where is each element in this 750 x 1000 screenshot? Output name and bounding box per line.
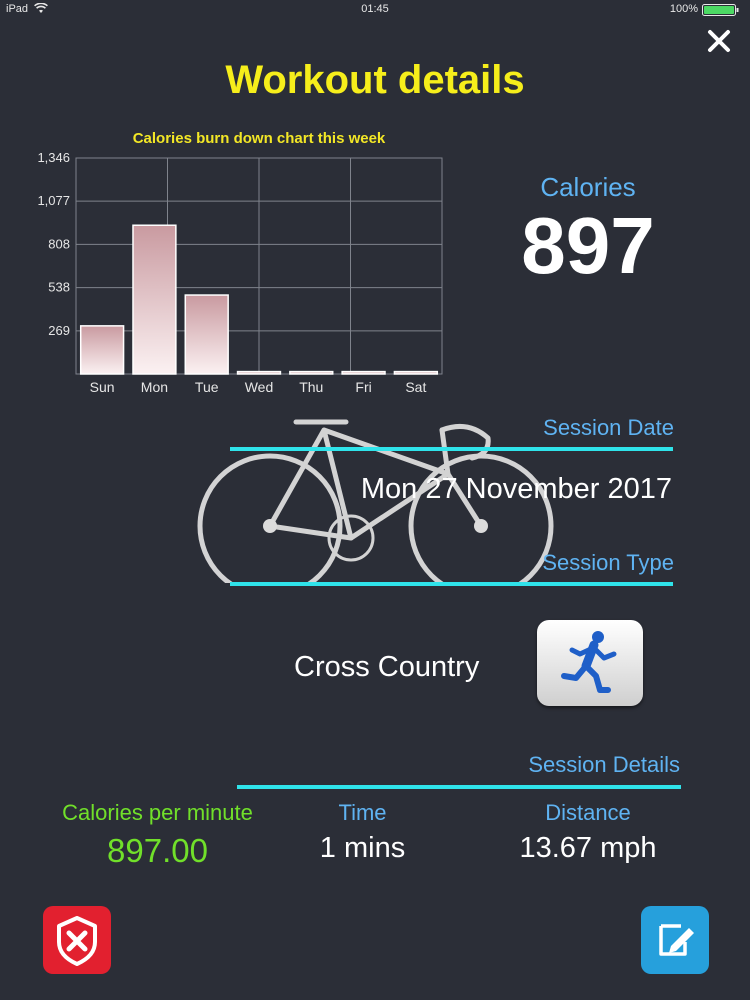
edit-workout-button[interactable]	[641, 906, 709, 974]
session-type-divider	[230, 582, 673, 586]
session-details-divider	[237, 785, 681, 789]
time-value: 1 mins	[319, 832, 406, 864]
session-date-value: Mon 27 November 2017	[360, 473, 672, 505]
chart-xtick-label: Wed	[245, 379, 274, 395]
session-date-divider	[230, 447, 673, 451]
chart-ytick-label: 1,077	[37, 193, 70, 208]
chart-ytick-label: 808	[48, 236, 70, 251]
runner-icon	[561, 631, 617, 693]
chart-xtick-label: Fri	[355, 379, 371, 395]
calories-value: 897	[521, 201, 655, 290]
page-title: Workout details	[225, 58, 525, 102]
delete-workout-button[interactable]	[43, 906, 111, 974]
calories-per-minute-label: Calories per minute	[62, 800, 253, 825]
calories-bar-chart: 269 538 808 1,077 1,346 Sun Mon Tue Wed Thu Fri Sa…	[37, 150, 443, 395]
distance-label: Distance	[545, 800, 631, 825]
status-battery-text: 100%	[669, 3, 698, 15]
session-type-label: Session Type	[542, 550, 674, 575]
close-button[interactable]	[704, 26, 734, 56]
calories-per-minute-value: 897.00	[107, 832, 208, 869]
chart-bar-fri	[341, 370, 386, 375]
shield-x-icon	[57, 916, 97, 966]
chart-bar-wed	[236, 370, 282, 375]
chart-xtick-label: Mon	[141, 379, 168, 395]
chart-xtick-label: Thu	[299, 379, 323, 395]
session-details-label: Session Details	[528, 752, 680, 777]
chart-ytick-label: 538	[48, 280, 70, 295]
chart-bar-tue	[184, 294, 229, 375]
activity-type-button[interactable]	[537, 620, 643, 706]
chart-ytick-label: 269	[48, 323, 70, 338]
distance-value: 13.67 mph	[519, 832, 657, 864]
close-icon	[708, 30, 730, 52]
session-type-value: Cross Country	[294, 651, 480, 683]
chart-xtick-label: Tue	[195, 379, 219, 395]
session-date-label: Session Date	[543, 415, 674, 440]
status-bar: iPad 01:45 100%	[0, 0, 750, 20]
chart-bar-mon	[132, 224, 177, 375]
edit-note-icon	[659, 924, 694, 956]
time-label: Time	[338, 800, 387, 825]
battery-icon	[702, 4, 739, 16]
status-time: 01:45	[361, 3, 389, 15]
chart-bar-sun	[79, 325, 125, 375]
chart-bar-thu	[289, 370, 334, 375]
chart-bar-sat	[393, 370, 439, 375]
chart-xtick-label: Sat	[405, 379, 426, 395]
calories-label: Calories	[540, 172, 636, 202]
chart-xtick-label: Sun	[90, 379, 115, 395]
chart-ytick-label: 1,346	[37, 150, 70, 165]
